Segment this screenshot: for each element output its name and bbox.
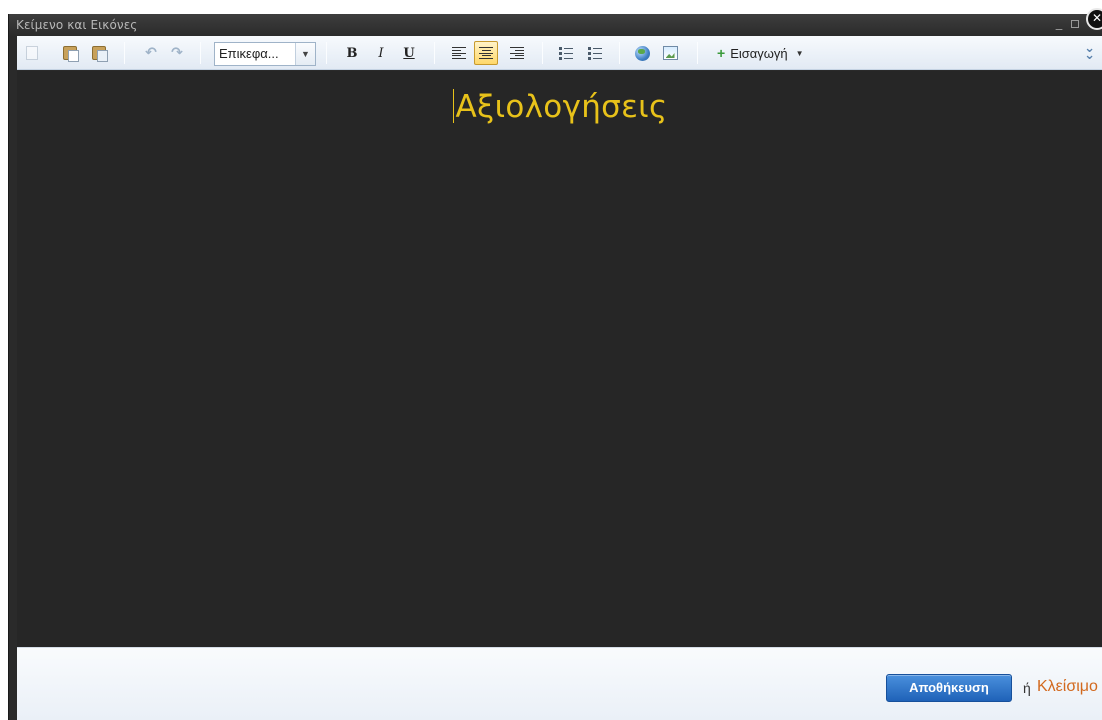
align-center-button[interactable] <box>477 44 495 62</box>
undo-button[interactable]: ↶ <box>142 44 160 62</box>
ordered-list-icon <box>559 46 573 60</box>
image-icon <box>662 46 678 60</box>
minimize-button[interactable]: _ <box>1052 14 1066 36</box>
insert-menu-label: Εισαγωγή <box>730 45 788 61</box>
unordered-list-button[interactable] <box>586 44 604 62</box>
editor-heading[interactable]: Αξιολογήσεις <box>17 89 1102 125</box>
text-cursor <box>452 89 454 123</box>
align-left-button[interactable] <box>450 44 468 62</box>
toolbar-separator <box>200 42 201 64</box>
redo-button[interactable]: ↷ <box>168 44 186 62</box>
link-icon <box>634 45 650 61</box>
redo-icon: ↷ <box>171 45 183 61</box>
insert-link-button[interactable] <box>633 44 651 62</box>
close-link[interactable]: Κλείσιμο <box>1037 678 1098 696</box>
toolbar-separator <box>124 42 125 64</box>
paste-text-button[interactable] <box>90 44 108 62</box>
editor-content-area[interactable]: Αξιολογήσεις <box>17 71 1102 647</box>
insert-menu-button[interactable]: + Εισαγωγή ▼ <box>717 44 804 62</box>
dialog-titlebar[interactable]: Κείμενο και Εικόνες _ ✕ <box>9 8 1102 36</box>
plus-icon: + <box>717 45 726 61</box>
toolbar-separator <box>326 42 327 64</box>
chevron-down-icon: ▼ <box>795 48 804 58</box>
format-select-value: Επικεφα... <box>219 46 279 61</box>
undo-icon: ↶ <box>145 45 157 61</box>
format-select[interactable]: Επικεφα... ▼ <box>214 42 316 66</box>
double-chevron-down-icon: ⌄ ⌄ <box>1084 41 1095 63</box>
dialog-title: Κείμενο και Εικόνες <box>16 18 138 32</box>
chevron-down-icon[interactable]: ▼ <box>295 43 315 65</box>
text-images-dialog: Κείμενο και Εικόνες _ ✕ ↶ ↷ Επικεφα... ▼… <box>8 8 1102 720</box>
unordered-list-icon <box>588 46 602 60</box>
maximize-button[interactable] <box>1068 14 1082 36</box>
align-left-icon <box>452 47 466 59</box>
paste-button[interactable] <box>61 44 79 62</box>
align-center-icon <box>479 47 493 59</box>
paste-icon <box>63 46 79 62</box>
or-separator-text: ή <box>1023 680 1031 696</box>
editor-heading-text: Αξιολογήσεις <box>455 89 668 125</box>
underline-button[interactable]: U <box>400 44 418 62</box>
toolbar-separator <box>434 42 435 64</box>
align-right-icon <box>510 47 524 59</box>
paste-text-icon <box>92 46 108 62</box>
ordered-list-button[interactable] <box>557 44 575 62</box>
save-button[interactable]: Αποθήκευση <box>886 674 1012 702</box>
toolbar-separator <box>697 42 698 64</box>
editor-toolbar: ↶ ↷ Επικεφα... ▼ B I U + Εισαγωγή ▼ ⌄ ⌄ <box>17 36 1102 70</box>
copy-button[interactable] <box>23 44 41 62</box>
dialog-footer: Αποθήκευση ή Κλείσιμο <box>17 647 1102 720</box>
toolbar-separator <box>619 42 620 64</box>
page: Κείμενο και Εικόνες _ ✕ ↶ ↷ Επικεφα... ▼… <box>0 0 1102 720</box>
italic-button[interactable]: I <box>372 44 390 62</box>
insert-image-button[interactable] <box>661 44 679 62</box>
bold-button[interactable]: B <box>343 44 361 62</box>
more-button[interactable]: ⌄ ⌄ <box>1084 42 1095 62</box>
align-right-button[interactable] <box>508 44 526 62</box>
close-dialog-button[interactable]: ✕ <box>1086 8 1102 30</box>
maximize-icon <box>1071 20 1079 28</box>
toolbar-separator <box>542 42 543 64</box>
copy-icon <box>26 46 38 60</box>
